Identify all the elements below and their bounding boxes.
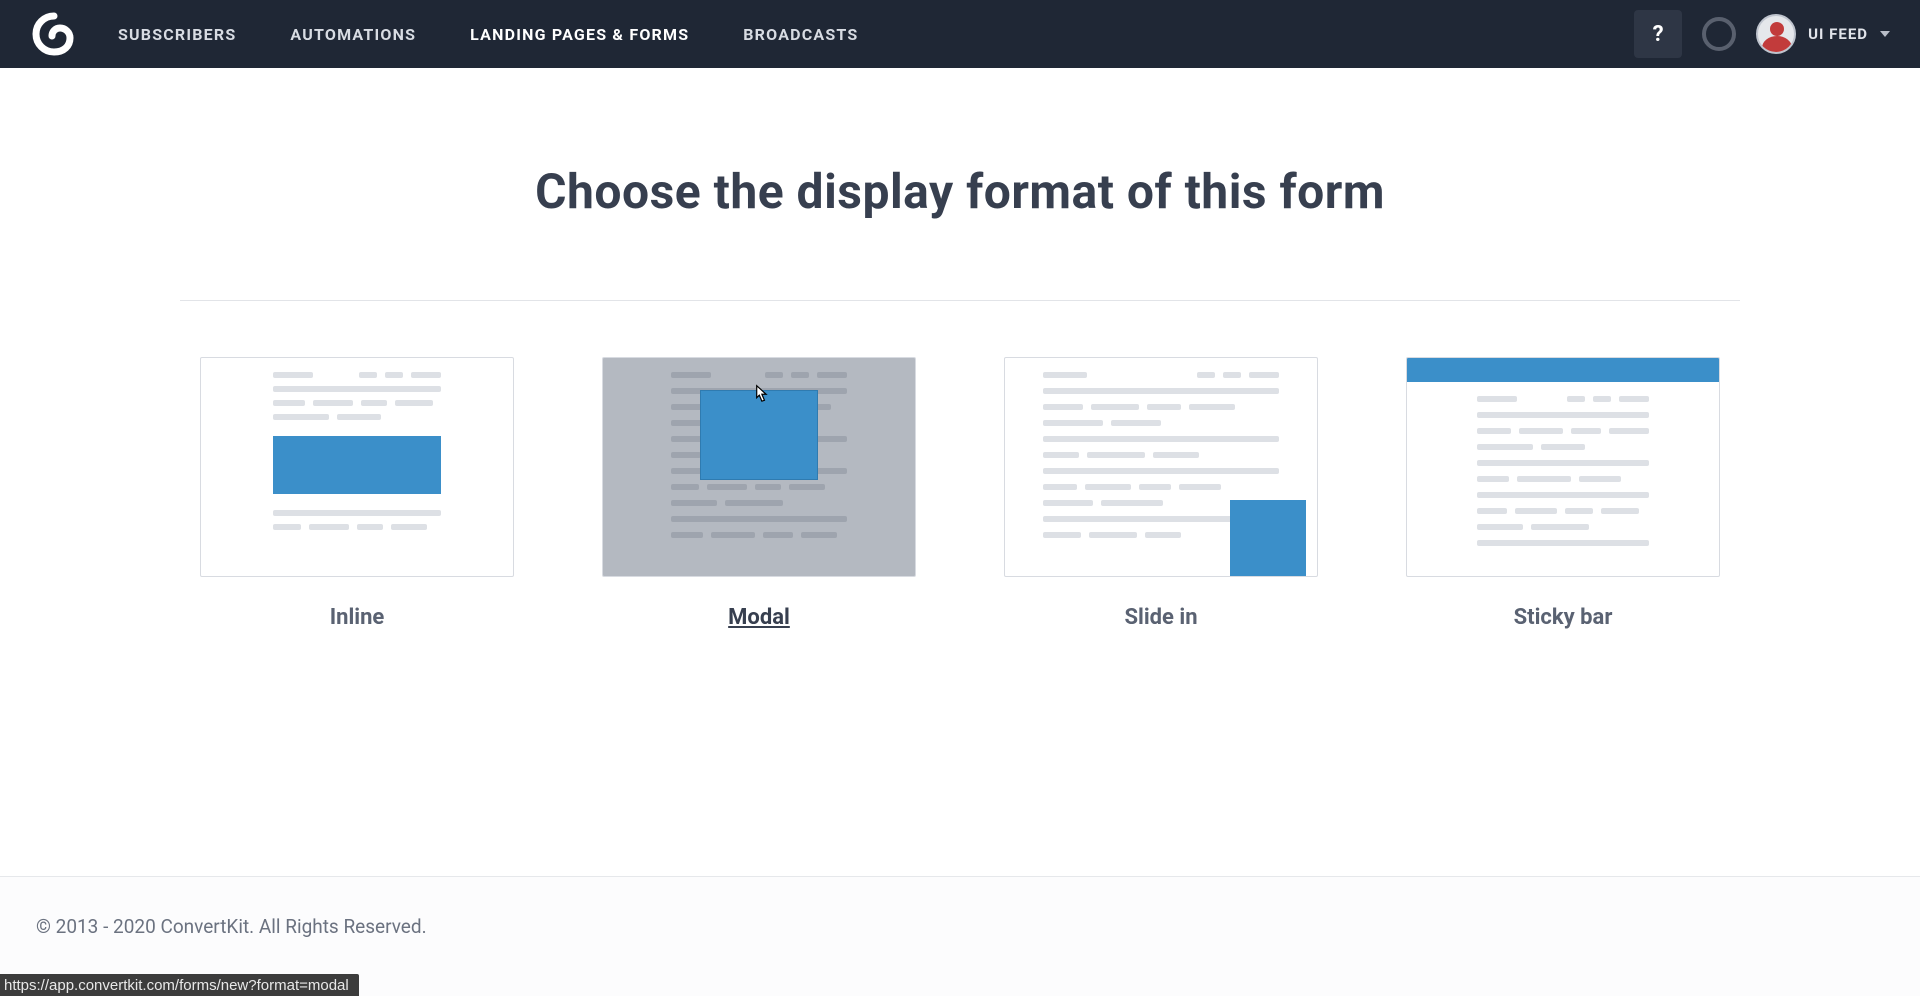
- page-title: Choose the display format of this form: [180, 163, 1740, 220]
- preview-modal: [602, 357, 916, 577]
- nav-automations[interactable]: AUTOMATIONS: [290, 25, 416, 44]
- search-icon[interactable]: [1702, 17, 1736, 51]
- brand-logo[interactable]: [30, 10, 78, 58]
- browser-status-url: https://app.convertkit.com/forms/new?for…: [0, 974, 359, 996]
- nav-links: SUBSCRIBERS AUTOMATIONS LANDING PAGES & …: [118, 25, 858, 44]
- option-label-modal: Modal: [728, 605, 790, 630]
- chevron-down-icon: [1880, 31, 1890, 37]
- copyright-text: © 2013 - 2020 ConvertKit. All Rights Res…: [36, 915, 1884, 938]
- preview-slide-in: [1004, 357, 1318, 577]
- avatar: [1756, 14, 1796, 54]
- option-label-sticky-bar: Sticky bar: [1514, 605, 1613, 630]
- user-label: UI FEED: [1808, 25, 1868, 43]
- preview-inline: [200, 357, 514, 577]
- option-label-inline: Inline: [330, 605, 385, 630]
- nav-landing-pages-forms[interactable]: LANDING PAGES & FORMS: [470, 25, 689, 44]
- option-modal[interactable]: Modal: [602, 357, 916, 630]
- divider: [180, 300, 1740, 301]
- main-content: Choose the display format of this form I…: [0, 163, 1920, 630]
- sticky-bar-form-icon: [1407, 358, 1719, 382]
- option-sticky-bar[interactable]: Sticky bar: [1406, 357, 1720, 630]
- slide-in-form-icon: [1230, 500, 1306, 576]
- nav-right: ? UI FEED: [1634, 10, 1890, 58]
- user-menu[interactable]: UI FEED: [1756, 14, 1890, 54]
- cursor-pointer-icon: [750, 384, 772, 408]
- nav-broadcasts[interactable]: BROADCASTS: [743, 25, 858, 44]
- logo-icon: [30, 10, 78, 58]
- preview-sticky-bar: [1406, 357, 1720, 577]
- inline-form-icon: [273, 436, 441, 494]
- option-label-slide-in: Slide in: [1124, 605, 1197, 630]
- option-inline[interactable]: Inline: [200, 357, 514, 630]
- option-slide-in[interactable]: Slide in: [1004, 357, 1318, 630]
- top-nav: SUBSCRIBERS AUTOMATIONS LANDING PAGES & …: [0, 0, 1920, 68]
- nav-subscribers[interactable]: SUBSCRIBERS: [118, 25, 236, 44]
- help-button[interactable]: ?: [1634, 10, 1682, 58]
- format-options: Inline Modal: [180, 357, 1740, 630]
